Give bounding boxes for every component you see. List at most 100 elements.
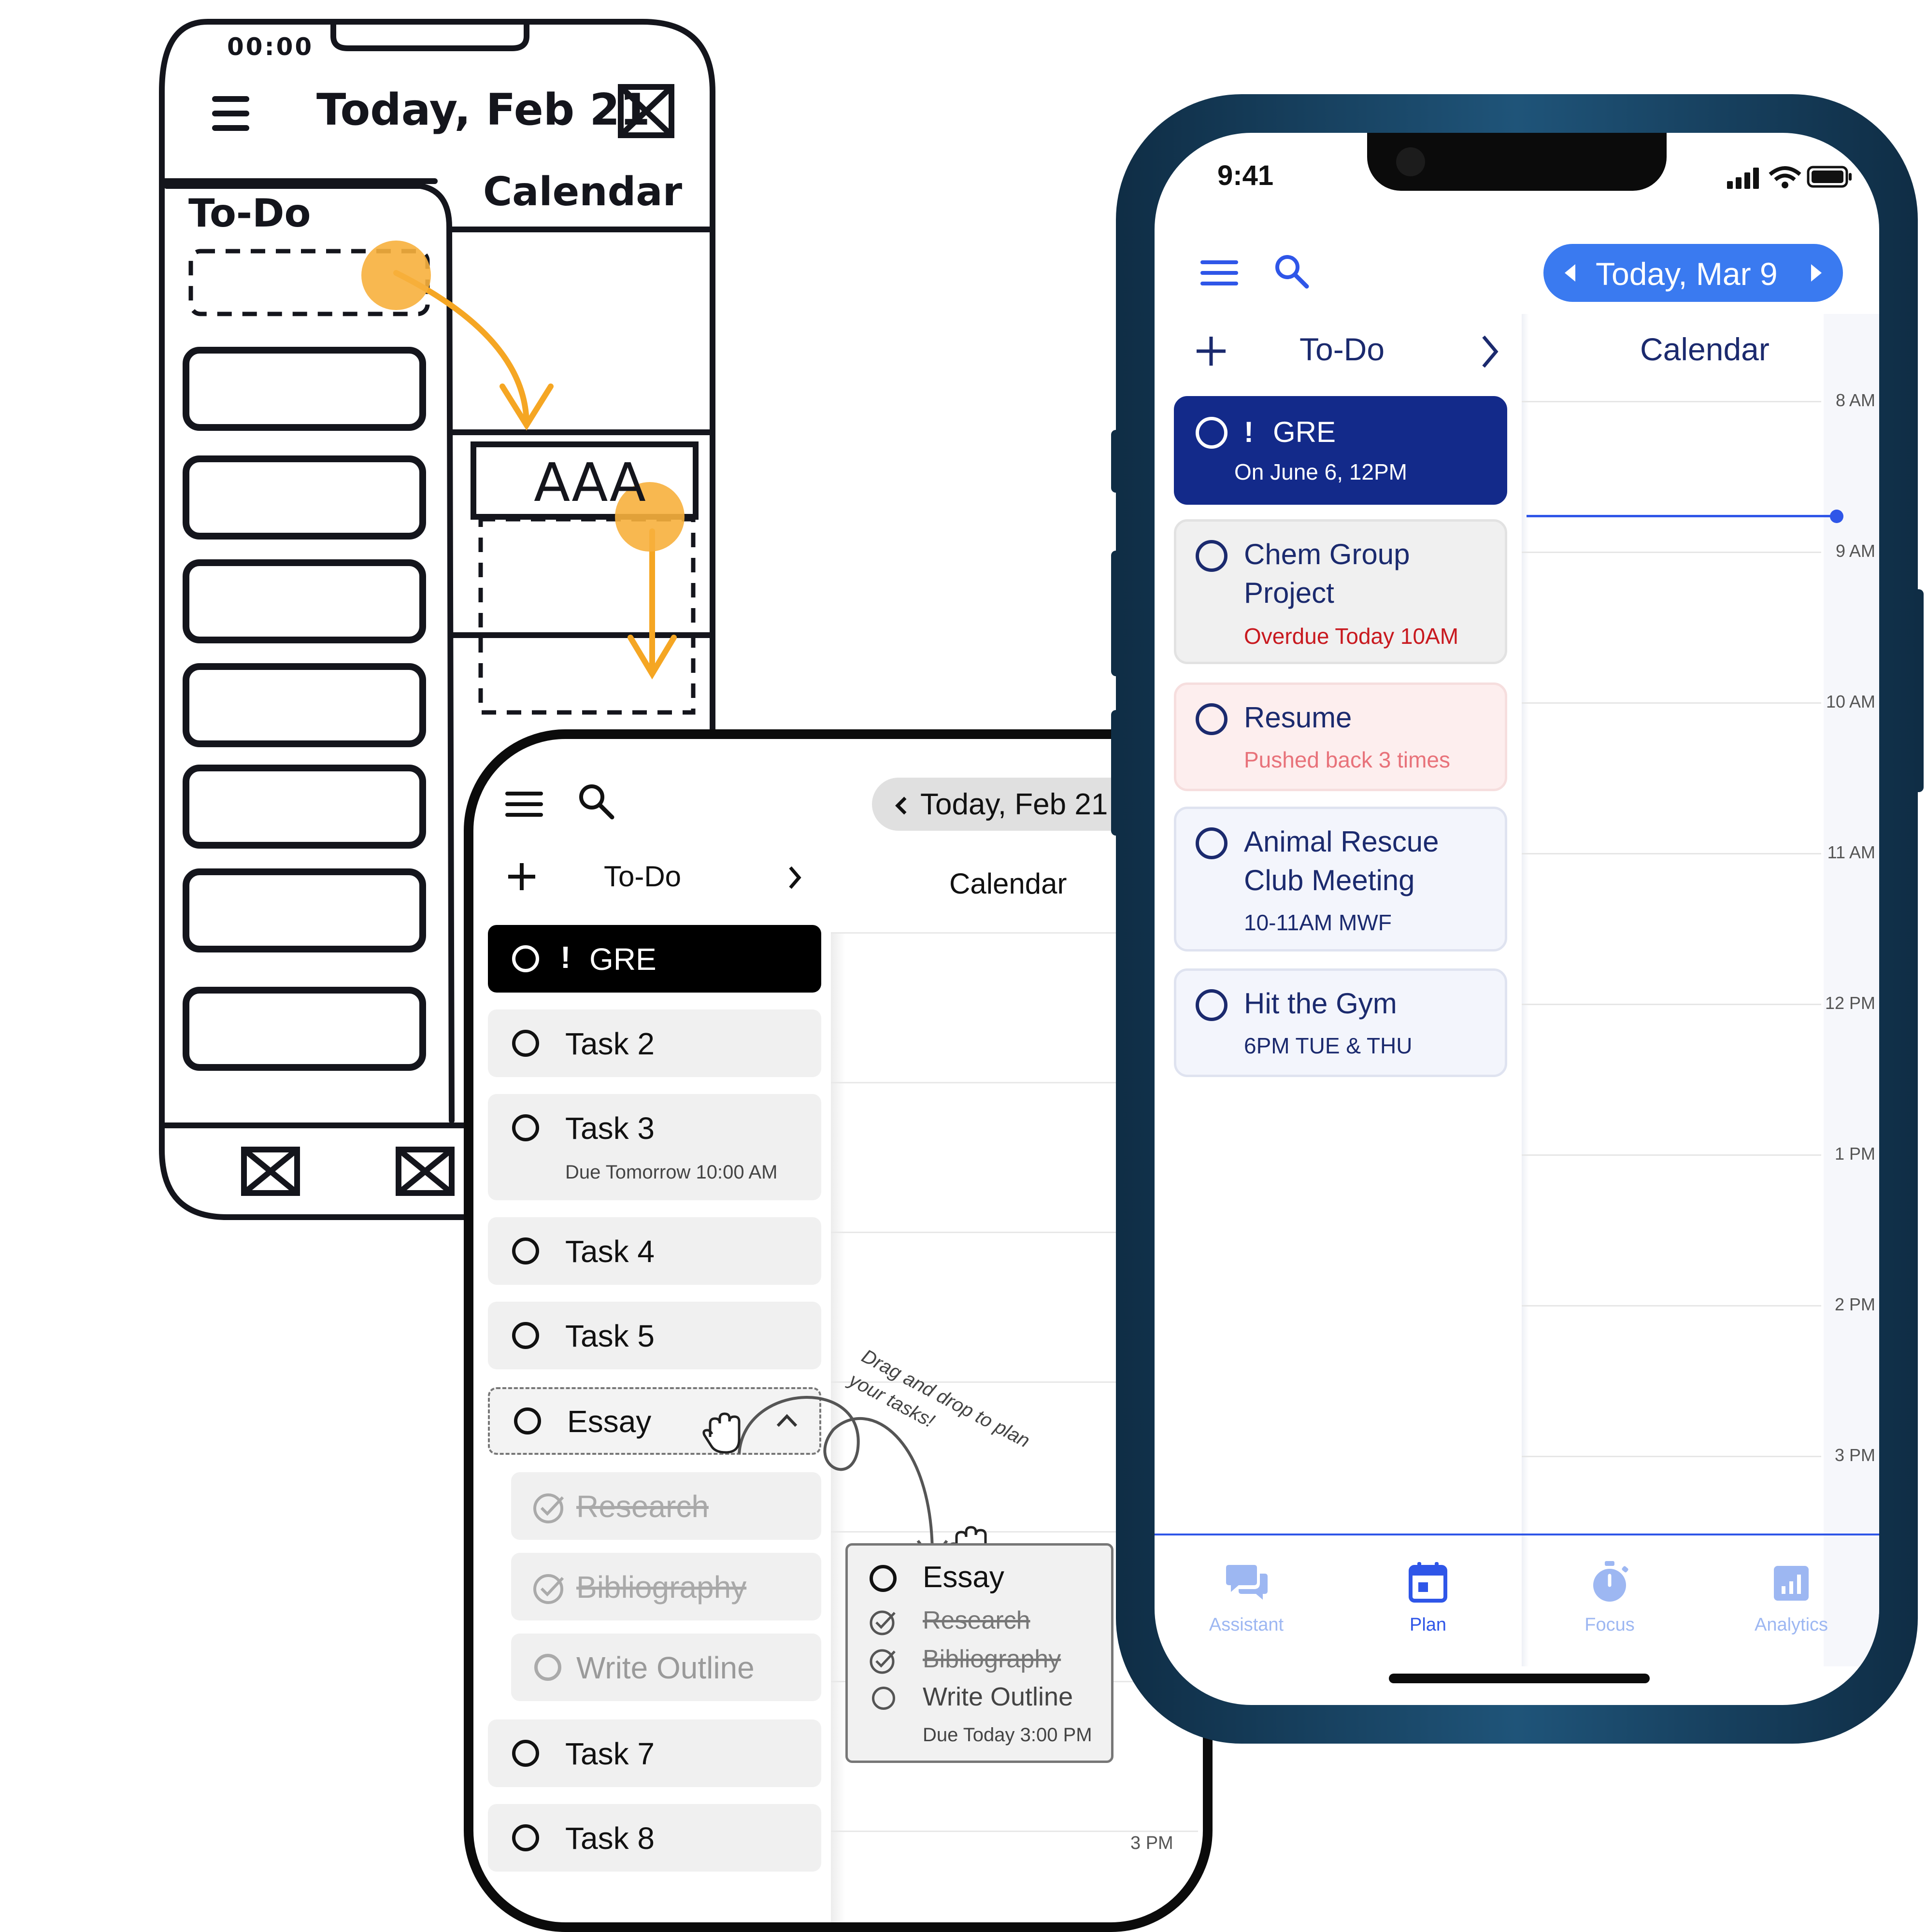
sketch-event-label: AAA — [534, 452, 646, 513]
task-checkbox[interactable] — [512, 945, 539, 972]
task-item[interactable]: Animal Rescue Club Meeting 10-11AM MWF — [1174, 807, 1507, 952]
task-checkbox[interactable] — [512, 1114, 539, 1141]
task-due: Due Tomorrow 10:00 AM — [565, 1162, 778, 1183]
menu-icon[interactable] — [505, 790, 543, 819]
task-checkbox[interactable] — [514, 1407, 541, 1435]
sketch-calendar-label: Calendar — [483, 169, 683, 215]
task-label: Task 8 — [565, 1821, 655, 1856]
current-time-line — [1527, 515, 1833, 517]
task-schedule: 10-11AM MWF — [1244, 910, 1392, 935]
task-pushed: Pushed back 3 times — [1244, 747, 1451, 772]
drop-card-item: Write Outline — [923, 1682, 1073, 1711]
hour-line — [1522, 552, 1821, 553]
hour-label: 1 PM — [1834, 1144, 1875, 1164]
task-label: Resume — [1244, 701, 1352, 734]
task-label: Chem Group — [1244, 538, 1410, 570]
task-checkbox[interactable] — [512, 1030, 539, 1057]
sketch-todo-label: To-Do — [188, 191, 311, 236]
add-task-icon[interactable] — [1196, 336, 1227, 367]
task-item[interactable]: Task 4 — [488, 1217, 821, 1285]
chevron-right-icon[interactable] — [1481, 335, 1500, 369]
search-icon[interactable] — [1273, 253, 1312, 291]
task-item[interactable]: Hit the Gym 6PM TUE & THU — [1174, 968, 1507, 1077]
task-checkbox[interactable] — [512, 1740, 539, 1767]
subtask-item[interactable]: Write Outline — [511, 1634, 821, 1701]
hifi-phone-screen: 9:41 Today, Mar 9 To-Do Calendar ! GRE O… — [1155, 133, 1879, 1705]
caret-right-icon[interactable] — [1809, 263, 1824, 283]
tab-focus[interactable]: Focus — [1537, 1560, 1682, 1635]
hour-label: 2 PM — [1834, 1294, 1875, 1314]
menu-icon[interactable] — [1200, 258, 1239, 287]
task-checkbox[interactable] — [870, 1565, 897, 1592]
task-item[interactable]: Task 8 — [488, 1804, 821, 1872]
hour-line — [1522, 853, 1821, 854]
signal-icon — [1727, 168, 1759, 189]
task-item[interactable]: Chem Group Project Overdue Today 10AM — [1174, 519, 1507, 664]
status-time: 9:41 — [1217, 160, 1274, 191]
task-checkbox[interactable] — [512, 1237, 539, 1264]
task-checkbox[interactable] — [1196, 540, 1228, 572]
task-checkbox[interactable] — [534, 1654, 561, 1681]
date-pill[interactable]: Today, Mar 9 — [1543, 244, 1843, 302]
hour-line — [1522, 401, 1821, 402]
task-checkbox[interactable] — [1196, 989, 1228, 1021]
task-checkbox[interactable] — [1196, 703, 1228, 735]
task-checkbox[interactable] — [512, 1322, 539, 1349]
hand-grab-icon — [702, 1412, 741, 1454]
chat-icon — [1226, 1565, 1268, 1600]
task-item-gre[interactable]: ! GRE — [488, 925, 821, 993]
todo-header: To-Do — [1299, 331, 1385, 367]
task-item[interactable]: Task 7 — [488, 1719, 821, 1787]
task-checkbox[interactable] — [872, 1687, 895, 1710]
hour-label: 8 AM — [1835, 390, 1875, 410]
calendar-header: Calendar — [1640, 331, 1770, 367]
tab-label: Focus — [1584, 1615, 1635, 1635]
chart-icon — [1774, 1566, 1809, 1601]
task-item[interactable]: Task 2 — [488, 1009, 821, 1077]
check-circle-icon[interactable] — [533, 1572, 567, 1606]
task-item-gre[interactable]: ! GRE On June 6, 12PM — [1174, 396, 1507, 505]
task-checkbox[interactable] — [1196, 827, 1228, 859]
task-checkbox[interactable] — [1196, 417, 1228, 449]
drop-card-title: Essay — [923, 1561, 1004, 1594]
task-item[interactable]: Task 5 — [488, 1302, 821, 1369]
tab-assistant[interactable]: Assistant — [1174, 1560, 1319, 1635]
hour-label: 3 PM — [1130, 1833, 1173, 1853]
subtask-label: Bibliography — [576, 1570, 747, 1605]
task-item[interactable]: Task 3 Due Tomorrow 10:00 AM — [488, 1094, 821, 1200]
task-label: Hit the Gym — [1244, 987, 1397, 1020]
tabbar-divider — [1155, 1534, 1879, 1535]
task-checkbox[interactable] — [512, 1824, 539, 1851]
wifi-icon — [1769, 166, 1801, 188]
drop-card-due: Due Today 3:00 PM — [923, 1724, 1092, 1746]
hour-label: 3 PM — [1834, 1445, 1875, 1465]
task-label: Task 5 — [565, 1319, 655, 1353]
chevron-left-icon[interactable] — [894, 796, 908, 815]
check-circle-icon[interactable] — [533, 1492, 567, 1525]
sketch-menu-icon — [212, 96, 249, 131]
check-circle-icon — [870, 1649, 896, 1674]
date-label: Today, Feb 21 — [920, 788, 1108, 821]
chevron-right-icon[interactable] — [787, 866, 802, 890]
task-overdue: Overdue Today 10AM — [1244, 624, 1459, 649]
battery-icon — [1807, 166, 1852, 188]
hour-line — [1522, 1004, 1821, 1005]
priority-mark: ! — [560, 940, 571, 975]
caret-left-icon[interactable] — [1563, 263, 1577, 283]
sketch-status-time: 00:00 — [227, 33, 314, 61]
hour-label: 9 AM — [1835, 541, 1875, 561]
tab-plan[interactable]: Plan — [1356, 1560, 1500, 1635]
stopwatch-icon — [1593, 1561, 1628, 1602]
drop-card-item: Bibliography — [923, 1645, 1061, 1673]
task-label: GRE — [589, 942, 657, 977]
dropped-event-card[interactable]: Essay Research Bibliography Write Outlin… — [845, 1543, 1113, 1763]
tab-label: Assistant — [1209, 1615, 1284, 1635]
task-item[interactable]: Resume Pushed back 3 times — [1174, 682, 1507, 791]
tab-analytics[interactable]: Analytics — [1719, 1560, 1864, 1635]
subtask-label: Research — [576, 1489, 709, 1524]
calendar-header: Calendar — [949, 867, 1067, 900]
notch — [1367, 133, 1667, 191]
search-icon[interactable] — [577, 782, 616, 821]
current-time-dot — [1830, 510, 1843, 523]
add-task-icon[interactable] — [507, 862, 536, 891]
